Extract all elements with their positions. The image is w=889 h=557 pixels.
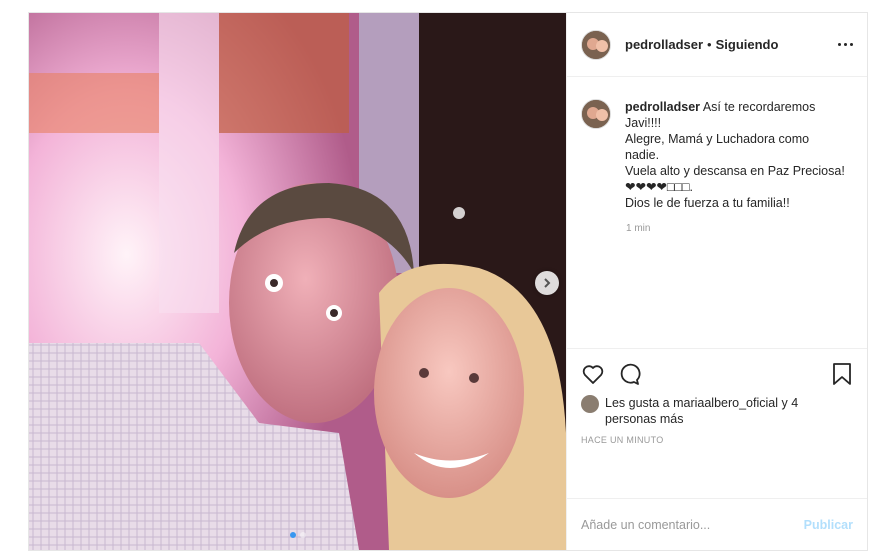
- actions-section: Les gusta a mariaalbero_oficial y 4 pers…: [567, 348, 867, 498]
- avatar-image: [582, 100, 610, 128]
- caption-username[interactable]: pedrolladser: [625, 100, 700, 114]
- caption-row: pedrolladser Así te recordaremos Javi!!!…: [581, 99, 853, 211]
- caption-line: Alegre, Mamá y Luchadora como nadie.: [625, 132, 810, 162]
- bookmark-icon[interactable]: [831, 362, 853, 386]
- follow-status-button[interactable]: Siguiendo: [716, 37, 779, 52]
- comment-input[interactable]: [581, 517, 804, 532]
- more-options-icon[interactable]: [833, 43, 853, 46]
- heart-icon[interactable]: [581, 362, 605, 386]
- publish-button[interactable]: Publicar: [804, 518, 853, 532]
- caption-line: Dios le de fuerza a tu familia!!: [625, 196, 790, 210]
- avatar[interactable]: [581, 29, 611, 60]
- carousel-dot: [289, 532, 296, 538]
- username-link[interactable]: pedrolladser: [625, 37, 703, 52]
- likes-text[interactable]: Les gusta a mariaalbero_oficial y 4 pers…: [605, 395, 835, 427]
- comments-section: pedrolladser Así te recordaremos Javi!!!…: [567, 77, 867, 348]
- carousel-dot: [299, 532, 306, 538]
- selfie-photo: [29, 13, 566, 550]
- chevron-right-icon: [544, 278, 551, 288]
- avatar[interactable]: [581, 99, 611, 129]
- action-icons: [581, 359, 853, 389]
- comment-icon[interactable]: [617, 362, 641, 386]
- post-timestamp[interactable]: HACE UN MINUTO: [581, 435, 853, 445]
- caption-text: pedrolladser Así te recordaremos Javi!!!…: [625, 99, 845, 211]
- separator: •: [707, 37, 712, 52]
- add-comment-bar: Publicar: [567, 498, 867, 550]
- liker-avatar[interactable]: [581, 395, 599, 413]
- post-sidebar: pedrolladser • Siguiendo pedrolladser Así …: [566, 13, 867, 550]
- caption-line: ❤❤❤❤□□□.: [625, 180, 694, 194]
- avatar-image: [582, 30, 610, 59]
- carousel-indicator: [29, 532, 566, 538]
- likes-summary: Les gusta a mariaalbero_oficial y 4 pers…: [581, 395, 853, 427]
- post-header: pedrolladser • Siguiendo: [567, 13, 867, 77]
- post-media[interactable]: [29, 13, 566, 550]
- caption-time[interactable]: 1 min: [626, 223, 853, 234]
- header-text: pedrolladser • Siguiendo: [625, 37, 833, 52]
- carousel-next-button[interactable]: [535, 271, 559, 295]
- caption-line: Vuela alto y descansa en Paz Preciosa!: [625, 164, 845, 178]
- instagram-post: pedrolladser • Siguiendo pedrolladser Así …: [28, 12, 868, 551]
